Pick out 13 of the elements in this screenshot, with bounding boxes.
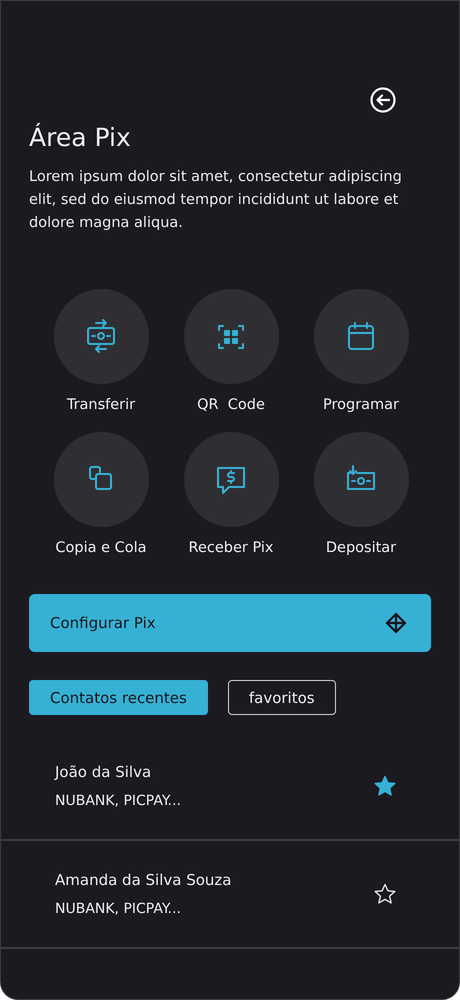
contact-banks: NUBANK, PICPAY...: [55, 793, 181, 809]
configure-button[interactable]: Configurar Pix: [29, 594, 431, 652]
contact-banks: NUBANK, PICPAY...: [55, 901, 182, 917]
tab[interactable]: Contatos recentes: [29, 680, 208, 715]
pix-icon: [385, 612, 407, 634]
back-icon[interactable]: [369, 86, 397, 114]
page-title: Área Pix: [29, 122, 132, 154]
star-icon[interactable]: [373, 882, 397, 906]
contact-name: João da Silva: [55, 763, 152, 781]
contact-name: Amanda da Silva Souza: [55, 871, 232, 889]
star-icon[interactable]: [373, 774, 397, 798]
description: Lorem ipsum dolor sit amet, consectetur adipiscing elit, sed do eiusmod tempor incididunt ut labore et dolore magna aliqua.: [29, 168, 403, 233]
tab[interactable]: favoritos: [228, 680, 336, 715]
